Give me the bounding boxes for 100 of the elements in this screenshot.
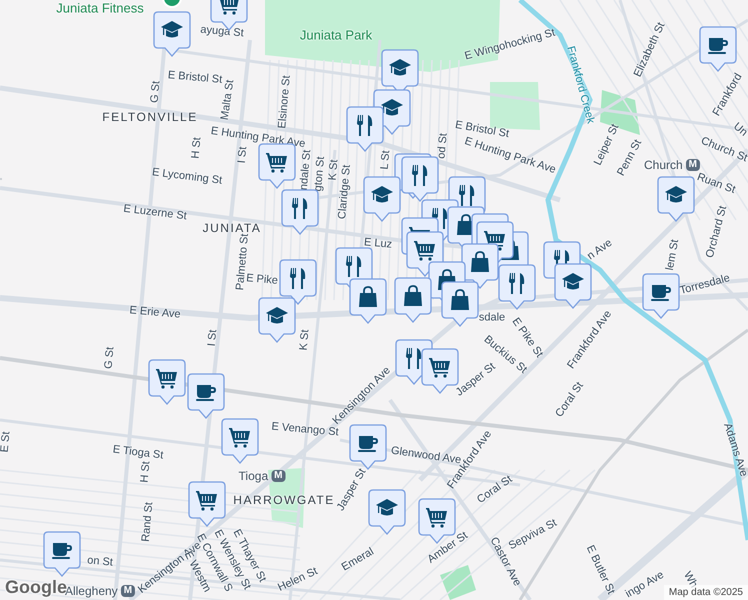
- street-label: E Luz: [364, 237, 392, 251]
- shopping-cart-icon: [156, 369, 177, 389]
- graduation-cap-icon: [381, 99, 403, 116]
- map-marker[interactable]: [349, 278, 387, 324]
- street-label: n Ave: [586, 238, 614, 262]
- place-label: Juniata Fitness: [56, 2, 144, 14]
- shopping-cart-icon: [414, 241, 435, 261]
- street-label: Orchard St: [704, 204, 730, 260]
- map-marker[interactable]: [394, 277, 432, 323]
- map-marker[interactable]: [221, 418, 259, 464]
- shopping-cart-icon: [429, 358, 450, 378]
- graduation-cap-icon: [389, 59, 411, 76]
- coffee-cup-icon: [196, 385, 216, 401]
- fork-knife-icon: [290, 268, 306, 289]
- street-label: H St: [140, 460, 152, 484]
- map-marker[interactable]: [368, 489, 406, 535]
- street-label: on St: [86, 555, 114, 569]
- street-label: gton St: [313, 156, 327, 192]
- map-marker[interactable]: [349, 424, 387, 470]
- shopping-cart-icon: [218, 0, 239, 15]
- map-marker[interactable]: [401, 156, 439, 202]
- park-area: [440, 565, 476, 600]
- metro-badge: M: [686, 159, 700, 171]
- neighborhood-label: JUNIATA: [202, 222, 262, 234]
- graduation-cap-icon: [266, 307, 288, 324]
- street-label: H St: [190, 136, 204, 160]
- shopping-cart-icon: [266, 153, 287, 173]
- coffee-cup-icon: [708, 38, 728, 54]
- coffee-cup-icon: [358, 436, 378, 452]
- street-label: Torresdale: [678, 273, 732, 297]
- map-marker[interactable]: [153, 11, 191, 57]
- coffee-cup-icon: [651, 285, 671, 301]
- neighborhood-label: FELTONVILLE: [102, 111, 198, 123]
- graduation-cap-icon: [376, 499, 398, 516]
- shopping-bag-icon: [359, 286, 377, 307]
- metro-badge: M: [271, 470, 286, 482]
- street-label: I St: [236, 146, 250, 164]
- graduation-cap-icon: [161, 21, 183, 38]
- station-label: Tioga M: [238, 470, 286, 482]
- fork-knife-icon: [509, 273, 524, 294]
- graduation-cap-icon: [665, 186, 687, 202]
- street-label: Helen St: [276, 566, 320, 594]
- street-label: L St: [380, 150, 392, 170]
- park-label: Juniata Park: [300, 28, 372, 42]
- shopping-bag-icon: [471, 251, 489, 272]
- street-label: ayuga St: [200, 24, 244, 40]
- fork-knife-icon: [459, 185, 474, 206]
- fork-knife-icon: [357, 115, 372, 136]
- station-label: Church M: [644, 159, 700, 171]
- graduation-cap-icon: [371, 186, 393, 202]
- map-marker[interactable]: [699, 26, 737, 72]
- street-label: K St: [298, 329, 312, 351]
- shopping-cart-icon: [229, 428, 250, 448]
- street-label: E Luzerne St: [122, 204, 188, 222]
- station-label: Allegheny M: [64, 585, 136, 597]
- street-label: ndale St: [298, 149, 314, 191]
- shopping-cart-icon: [196, 491, 217, 511]
- map-marker[interactable]: [258, 297, 296, 343]
- map-marker[interactable]: [148, 359, 186, 405]
- map-marker[interactable]: [346, 106, 384, 152]
- shopping-bag-icon: [451, 289, 469, 310]
- map-marker[interactable]: [188, 481, 226, 527]
- street-label: ingo Ave: [624, 570, 666, 600]
- fork-knife-icon: [412, 165, 428, 186]
- map-marker[interactable]: [279, 259, 317, 305]
- map-marker[interactable]: [281, 189, 319, 235]
- street-label: Ruan St: [695, 172, 737, 196]
- street-label: I St: [206, 329, 220, 347]
- street-label: sdale: [478, 312, 506, 324]
- street-label: G St: [150, 80, 162, 104]
- street-label: Rand St: [140, 502, 156, 542]
- street-label: E St: [0, 431, 12, 453]
- fork-knife-icon: [292, 198, 308, 219]
- map-marker[interactable]: [642, 273, 680, 319]
- map-marker[interactable]: [363, 176, 401, 222]
- map-logo: Google: [5, 577, 67, 597]
- street-label: E Pike: [246, 273, 278, 287]
- shopping-cart-icon: [426, 508, 447, 528]
- map-marker[interactable]: [441, 281, 479, 327]
- graduation-cap-icon: [562, 273, 584, 290]
- street-label: G St: [104, 346, 116, 370]
- fork-knife-icon: [406, 348, 422, 369]
- street-label: E Lycoming St: [151, 167, 223, 187]
- street-label: E Erie Ave: [129, 305, 181, 321]
- park-area: [600, 90, 640, 135]
- shopping-bag-icon: [404, 285, 422, 306]
- street-label: od St: [436, 132, 450, 160]
- street-label: Un: [731, 121, 748, 139]
- street-label: Elsinore St: [277, 75, 293, 129]
- street-label: lem St: [664, 238, 682, 272]
- street-label: E Tioga St: [112, 444, 164, 462]
- map-marker[interactable]: [657, 176, 695, 222]
- street-label: E Bristol St: [167, 70, 223, 86]
- coffee-cup-icon: [52, 543, 72, 559]
- street-label: E Butler St: [584, 544, 616, 596]
- map-attribution: Map data ©2025: [664, 585, 748, 600]
- fork-knife-icon: [346, 256, 362, 277]
- neighborhood-label: HARROWGATE: [233, 494, 335, 506]
- map-marker[interactable]: [43, 531, 81, 577]
- map-marker[interactable]: [187, 373, 225, 419]
